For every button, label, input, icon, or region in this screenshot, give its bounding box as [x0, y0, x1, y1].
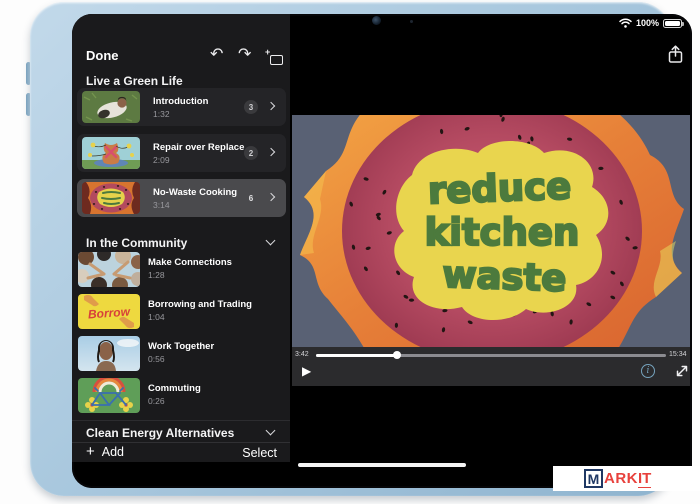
artwork-line-3: waste [442, 253, 567, 300]
ipad-device-frame: 9:41 AMTue Oct 18 100% Done ↶ ↷ + [30, 2, 672, 496]
chevron-right-icon [267, 102, 275, 110]
lesson-title: No-Waste Cooking [153, 187, 237, 198]
scrubber-knob[interactable] [393, 351, 401, 359]
divider [72, 420, 290, 421]
artwork-line-2: kitchen [425, 211, 580, 254]
lesson-title: Commuting [148, 383, 201, 394]
ipad-screen: 9:41 AMTue Oct 18 100% Done ↶ ↷ + [72, 14, 692, 488]
lesson-thumbnail-introduction [82, 91, 140, 123]
home-indicator[interactable] [298, 463, 466, 467]
player-controls: 3:42 15:34 ▶ i [292, 347, 690, 386]
section-header-community[interactable]: In the Community [86, 236, 187, 250]
lesson-sidebar: Done ↶ ↷ + Live a Green Life [72, 14, 290, 462]
section-header-green-life[interactable]: Live a Green Life [86, 74, 183, 88]
done-button[interactable]: Done [86, 48, 119, 63]
lesson-thumbnail-connections [78, 252, 140, 287]
front-camera [372, 16, 381, 25]
reduce-kitchen-waste-artwork: reduce kitchen waste [292, 115, 690, 347]
lesson-duration: 3:14 [153, 200, 237, 210]
lesson-thumbnail-repair [82, 137, 140, 169]
lesson-row-no-waste-cooking[interactable]: No-Waste Cooking 3:14 6 [77, 179, 286, 217]
slide-count-badge: 6 [244, 191, 258, 205]
undo-icon[interactable]: ↶ [210, 47, 223, 63]
chevron-right-icon [267, 193, 275, 201]
lesson-title: Make Connections [148, 257, 232, 268]
lesson-thumbnail-work-together [78, 336, 140, 371]
battery-percent: 100% [636, 18, 659, 28]
lesson-thumbnail-commuting [78, 378, 140, 413]
section-header-clean-energy[interactable]: Clean Energy Alternatives [86, 426, 234, 440]
lesson-duration: 1:28 [148, 270, 232, 280]
lesson-duration: 1:04 [148, 312, 252, 322]
watermark: M ARK IT [553, 466, 700, 491]
battery-icon [663, 19, 682, 28]
lesson-duration: 0:56 [148, 354, 214, 364]
add-slide-icon[interactable]: + [265, 50, 283, 65]
chevron-down-icon[interactable] [266, 236, 276, 246]
add-button[interactable]: + Add [86, 445, 124, 459]
info-icon[interactable]: i [641, 364, 655, 378]
chevron-right-icon [267, 148, 275, 156]
svg-text:Borrow: Borrow [87, 305, 131, 322]
total-time: 15:34 [669, 351, 687, 358]
lesson-row-make-connections[interactable]: Make Connections 1:28 [78, 252, 284, 287]
lesson-row-commuting[interactable]: Commuting 0:26 [78, 378, 284, 413]
redo-icon[interactable]: ↷ [238, 47, 251, 63]
divider [72, 442, 290, 443]
watermark-m-box: M [584, 469, 603, 488]
timeline-scrubber[interactable] [316, 354, 666, 357]
share-icon[interactable] [667, 45, 684, 69]
lesson-thumbnail-no-waste [82, 182, 140, 214]
slide-count-badge: 3 [244, 100, 258, 114]
select-button[interactable]: Select [242, 446, 277, 460]
slide-count-badge: 2 [244, 146, 258, 160]
lesson-row-work-together[interactable]: Work Together 0:56 [78, 336, 284, 371]
lesson-row-repair[interactable]: Repair over Replace 2:09 2 [77, 134, 286, 172]
plus-icon: + [86, 446, 95, 458]
lesson-title: Work Together [148, 341, 214, 352]
lesson-thumbnail-borrow: Borrow [78, 294, 140, 329]
screenshot-stage: 9:41 AMTue Oct 18 100% Done ↶ ↷ + [0, 0, 700, 504]
lesson-duration: 2:09 [153, 155, 244, 165]
ambient-sensor [410, 20, 413, 23]
lesson-duration: 0:26 [148, 396, 201, 406]
lesson-title: Borrowing and Trading [148, 299, 252, 310]
lesson-row-introduction[interactable]: Introduction 1:32 3 [77, 88, 286, 126]
elapsed-time: 3:42 [295, 351, 309, 358]
status-bar-right: 100% [619, 18, 682, 28]
lesson-row-borrowing[interactable]: Borrow Borrowing and Trading 1:04 [78, 294, 284, 329]
lesson-duration: 1:32 [153, 109, 208, 119]
video-canvas[interactable]: reduce kitchen waste [292, 115, 690, 347]
artwork-line-1: reduce [427, 165, 572, 213]
play-button[interactable]: ▶ [302, 364, 311, 378]
wifi-icon [619, 18, 632, 28]
fullscreen-icon[interactable] [675, 364, 689, 383]
chevron-down-icon[interactable] [266, 426, 276, 436]
lesson-title: Repair over Replace [153, 142, 244, 153]
lesson-title: Introduction [153, 96, 208, 107]
